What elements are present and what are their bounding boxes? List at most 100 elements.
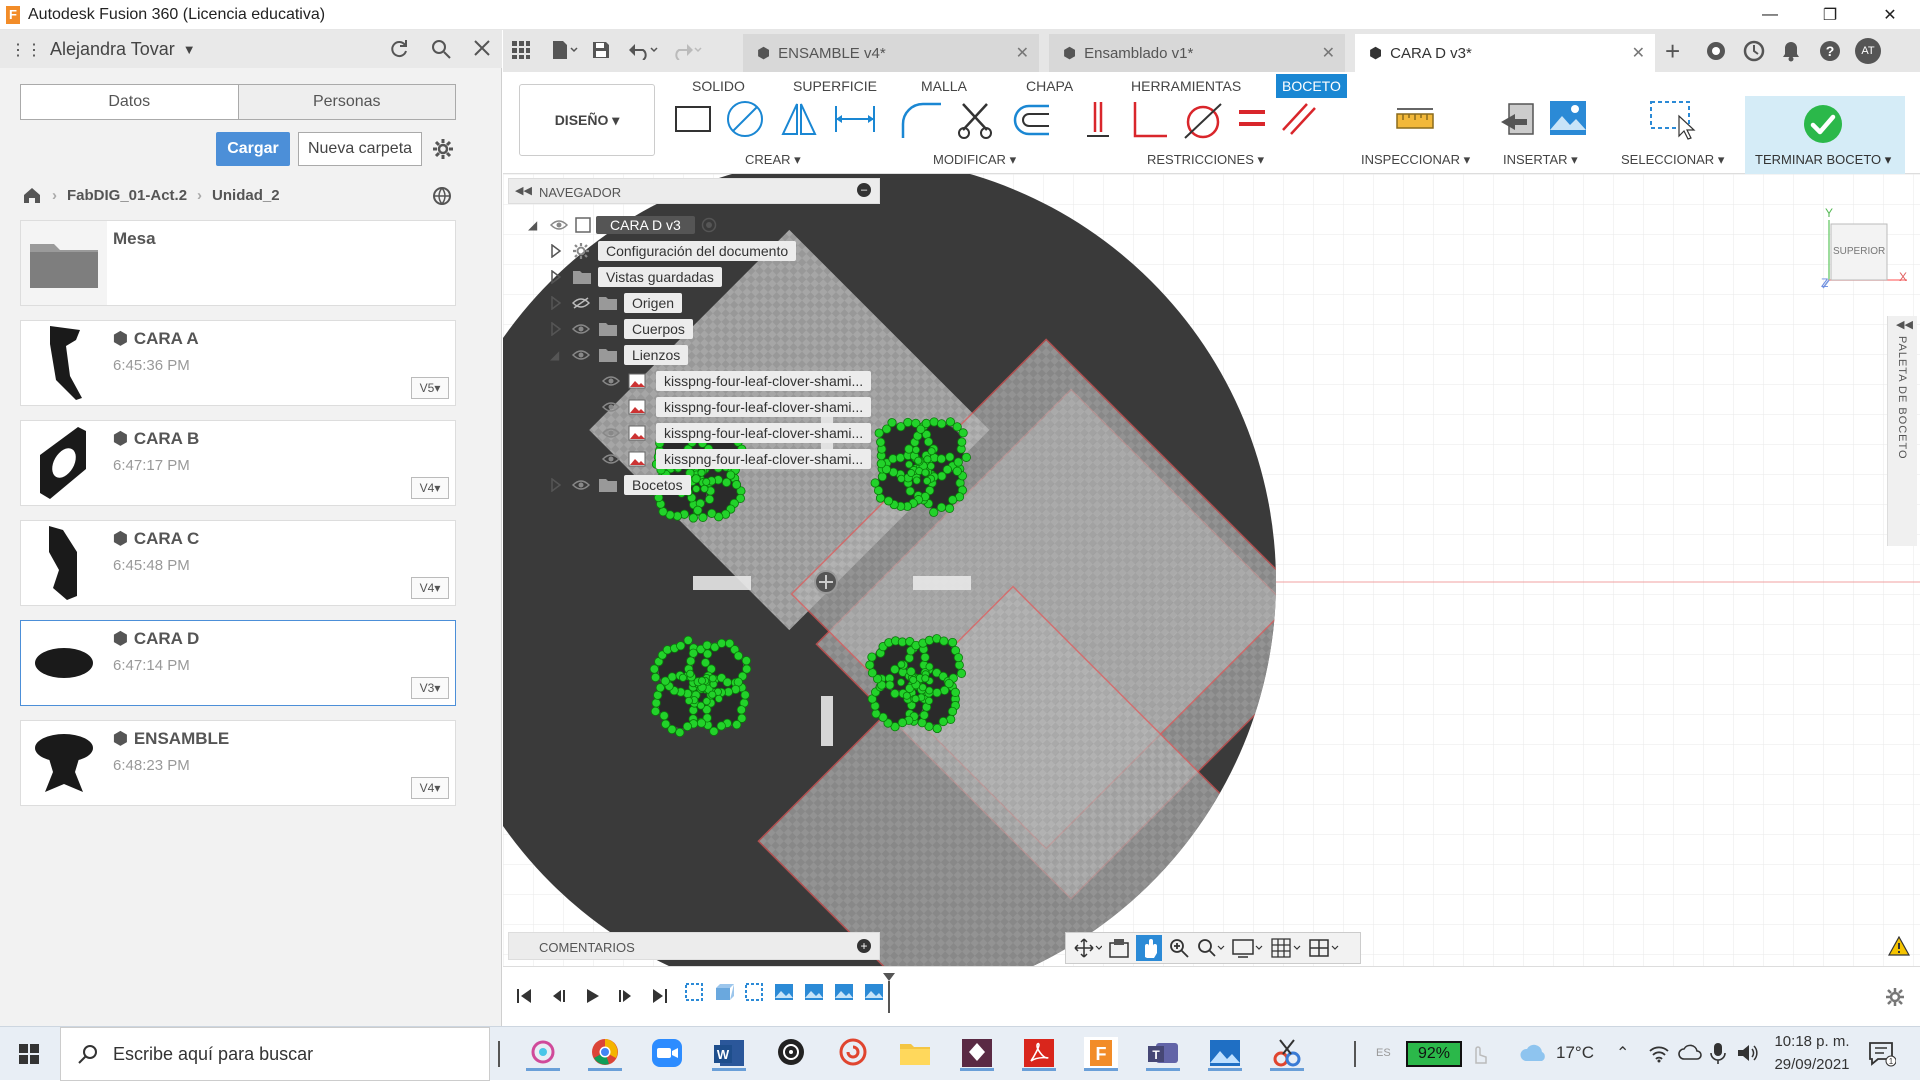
tangent-icon[interactable] xyxy=(1183,100,1223,140)
collapse-icon[interactable]: ◀◀ xyxy=(515,184,532,197)
collapse-arrow-icon[interactable]: ◢ xyxy=(528,218,550,232)
group-inspeccionar[interactable]: INSPECCIONAR ▾ xyxy=(1361,152,1470,168)
zoom-icon[interactable] xyxy=(1168,937,1190,959)
file-item[interactable]: ⬢ ENSAMBLE 6:48:23 PM V4 ▾ xyxy=(20,720,456,806)
ribbon-tab-boceto[interactable]: BOCETO xyxy=(1276,74,1347,98)
windows-start-icon[interactable] xyxy=(18,1043,40,1065)
rectangle-icon[interactable] xyxy=(673,102,713,136)
insert-icon[interactable] xyxy=(1499,102,1539,138)
offset-icon[interactable] xyxy=(1009,100,1053,140)
canvas-icon[interactable] xyxy=(1549,100,1587,136)
file-item-selected[interactable]: ⬢ CARA D 6:47:14 PM V3 ▾ xyxy=(20,620,456,706)
measure-icon[interactable] xyxy=(1395,106,1435,134)
new-tab-icon[interactable]: + xyxy=(1665,38,1680,64)
ribbon-tab-solido[interactable]: SOLIDO xyxy=(686,74,751,98)
go-to-end-icon[interactable] xyxy=(651,987,669,1005)
eye-hidden-icon[interactable] xyxy=(572,297,598,309)
add-comment-icon[interactable]: + xyxy=(857,939,871,953)
zoom-level-badge[interactable]: 92% xyxy=(1406,1041,1462,1067)
taskbar-app-zoom-icon[interactable] xyxy=(650,1037,684,1071)
folder-item[interactable]: Mesa xyxy=(20,220,456,306)
extensions-icon[interactable] xyxy=(1705,40,1727,62)
tree-root[interactable]: ◢ CARA D v3 xyxy=(528,212,878,238)
ribbon-tab-malla[interactable]: MALLA xyxy=(915,74,973,98)
eye-icon[interactable] xyxy=(602,427,628,439)
chevron-up-icon[interactable]: ⌃ xyxy=(1616,1043,1629,1063)
tab-datos[interactable]: Datos xyxy=(21,85,238,119)
workspace-switcher[interactable]: DISEÑO ▾ xyxy=(519,84,655,156)
file-item[interactable]: ⬢ CARA C 6:45:48 PM V4 ▾ xyxy=(20,520,456,606)
timeline-sketch-icon[interactable] xyxy=(683,981,705,1003)
weather-icon[interactable] xyxy=(1518,1041,1548,1065)
trim-icon[interactable] xyxy=(955,100,995,140)
home-icon[interactable] xyxy=(22,186,42,204)
timeline-canvas-icon[interactable] xyxy=(863,981,885,1003)
version-badge[interactable]: V4 ▾ xyxy=(411,577,449,599)
expand-arrow-icon[interactable] xyxy=(550,270,572,284)
tab-ensamblado[interactable]: ⬢ Ensamblado v1* ✕ xyxy=(1049,34,1345,72)
microphone-icon[interactable] xyxy=(1710,1041,1726,1065)
tab-cara-d[interactable]: ⬢ CARA D v3* ✕ xyxy=(1355,34,1655,72)
onedrive-icon[interactable] xyxy=(1678,1043,1702,1061)
eye-icon[interactable] xyxy=(602,375,628,387)
taskbar-app-word-icon[interactable]: W xyxy=(712,1037,746,1071)
tab-personas[interactable]: Personas xyxy=(237,85,455,119)
app-grid-icon[interactable] xyxy=(511,40,531,60)
tree-item-saved-views[interactable]: Vistas guardadas xyxy=(528,264,878,290)
job-status-icon[interactable] xyxy=(1743,40,1765,62)
go-to-start-icon[interactable] xyxy=(515,987,533,1005)
eye-icon[interactable] xyxy=(550,219,574,231)
taskbar-app-explorer-icon[interactable] xyxy=(898,1037,932,1071)
eye-icon[interactable] xyxy=(602,453,628,465)
group-restricciones[interactable]: RESTRICCIONES ▾ xyxy=(1147,152,1264,168)
taskbar-app-media-icon[interactable] xyxy=(774,1037,808,1071)
look-at-icon[interactable] xyxy=(1108,937,1130,959)
breadcrumb-project[interactable]: FabDIG_01-Act.2 xyxy=(67,187,187,204)
taskbar-app-paint3d-icon[interactable] xyxy=(526,1037,560,1071)
ribbon-tab-chapa[interactable]: CHAPA xyxy=(1020,74,1079,98)
timeline-canvas-icon[interactable] xyxy=(803,981,825,1003)
vertical-constraint-icon[interactable] xyxy=(1083,100,1113,140)
clover-sketch[interactable] xyxy=(870,417,971,517)
expand-arrow-icon[interactable] xyxy=(550,296,572,310)
eye-icon[interactable] xyxy=(572,479,598,491)
eye-icon[interactable] xyxy=(572,323,598,335)
tree-item-canvas[interactable]: kisspng-four-leaf-clover-shami... xyxy=(528,446,878,472)
timeline-settings-icon[interactable] xyxy=(1885,987,1905,1007)
activate-radio-icon[interactable] xyxy=(701,217,717,233)
tab-ensamble[interactable]: ⬢ ENSAMBLE v4* ✕ xyxy=(743,34,1039,72)
taskbar-app-chrome-icon[interactable] xyxy=(588,1037,622,1071)
expand-palette-icon[interactable]: ◀◀ xyxy=(1896,318,1913,331)
parallel-icon[interactable] xyxy=(1281,100,1317,136)
timeline-extrude-icon[interactable] xyxy=(713,981,735,1003)
restore-button[interactable]: ❐ xyxy=(1802,0,1858,30)
volume-icon[interactable] xyxy=(1736,1041,1758,1065)
file-item[interactable]: ⬢ CARA A 6:45:36 PM V5 ▾ xyxy=(20,320,456,406)
dimension-icon[interactable] xyxy=(833,102,877,136)
eye-icon[interactable] xyxy=(572,349,598,361)
taskbar-search-input[interactable]: Escribe aquí para buscar xyxy=(60,1027,490,1081)
group-seleccionar[interactable]: SELECCIONAR ▾ xyxy=(1621,152,1724,168)
ribbon-tab-superficie[interactable]: SUPERFICIE xyxy=(787,74,883,98)
user-menu[interactable]: ⋮⋮ Alejandra Tovar ▼ xyxy=(10,39,196,60)
fillet-icon[interactable] xyxy=(899,100,943,140)
version-badge[interactable]: V4 ▾ xyxy=(411,777,449,799)
orbit-icon[interactable] xyxy=(1074,937,1102,959)
notifications-icon[interactable] xyxy=(1781,40,1801,62)
expand-arrow-icon[interactable] xyxy=(550,244,572,258)
viewports-icon[interactable] xyxy=(1308,937,1340,959)
breadcrumb-folder[interactable]: Unidad_2 xyxy=(212,187,280,204)
minimize-button[interactable]: — xyxy=(1742,0,1798,30)
language-indicator[interactable]: ES xyxy=(1376,1047,1391,1059)
touch-icon[interactable] xyxy=(1470,1041,1488,1065)
collapse-arrow-icon[interactable]: ◢ xyxy=(550,348,572,362)
close-tab-icon[interactable]: ✕ xyxy=(1016,43,1029,63)
fit-icon[interactable] xyxy=(1196,937,1226,959)
group-insertar[interactable]: INSERTAR ▾ xyxy=(1503,152,1578,168)
clock[interactable]: 10:18 p. m. 29/09/2021 xyxy=(1772,1033,1852,1073)
finish-sketch-button[interactable]: TERMINAR BOCETO ▾ xyxy=(1745,96,1905,174)
taskbar-app-puzzle-icon[interactable] xyxy=(960,1037,994,1071)
timeline-marker[interactable] xyxy=(883,973,895,1013)
group-modificar[interactable]: MODIFICAR ▾ xyxy=(933,152,1016,168)
sketch-palette-collapsed[interactable]: ◀◀ PALETA DE BOCETO xyxy=(1887,316,1917,546)
